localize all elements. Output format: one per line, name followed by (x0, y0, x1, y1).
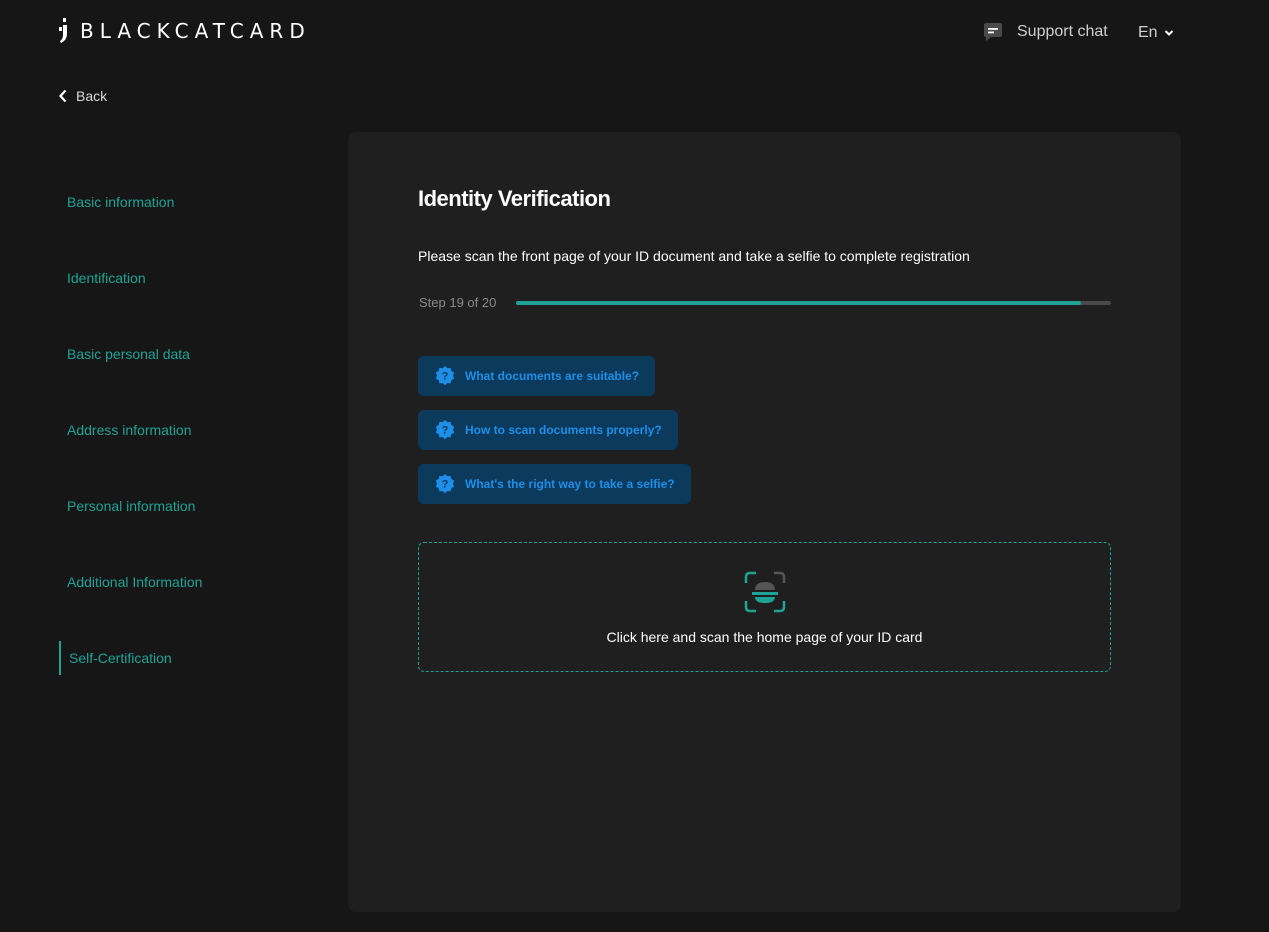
sidebar-item-basic-information[interactable]: Basic information (59, 164, 319, 240)
support-chat-label: Support chat (1017, 23, 1108, 40)
verification-panel: Identity Verification Please scan the fr… (348, 132, 1181, 912)
help-button-label: How to scan documents properly? (465, 423, 662, 437)
sidebar-item-label: Additional Information (67, 574, 203, 590)
support-chat-button[interactable]: Support chat (982, 21, 1108, 43)
help-button-label: What's the right way to take a selfie? (465, 477, 675, 491)
back-label: Back (76, 88, 108, 104)
logo[interactable]: BLACKCATCARD (58, 18, 311, 44)
progress-fill (516, 301, 1082, 305)
language-selector[interactable]: En (1138, 24, 1174, 42)
language-label: En (1138, 24, 1158, 41)
chevron-down-icon (1164, 30, 1173, 36)
steps-sidebar: Basic information Identification Basic p… (59, 164, 319, 696)
sidebar-item-personal-information[interactable]: Personal information (59, 468, 319, 544)
top-bar: BLACKCATCARD Support chat En (0, 0, 1269, 64)
id-scan-upload-area[interactable]: Click here and scan the home page of you… (418, 542, 1111, 672)
chevron-left-icon (59, 89, 67, 103)
question-badge-icon: ? (435, 420, 455, 440)
upload-area-label: Click here and scan the home page of you… (606, 629, 923, 645)
progress-bar (516, 301, 1111, 305)
svg-text:?: ? (442, 479, 449, 491)
page-subtitle: Please scan the front page of your ID do… (418, 248, 970, 264)
sidebar-item-label: Address information (67, 422, 192, 438)
sidebar-item-additional-information[interactable]: Additional Information (59, 544, 319, 620)
svg-text:?: ? (442, 425, 449, 437)
question-badge-icon: ? (435, 366, 455, 386)
question-badge-icon: ? (435, 474, 455, 494)
back-link[interactable]: Back (58, 88, 107, 104)
help-button-selfie[interactable]: ? What's the right way to take a selfie? (418, 464, 691, 504)
page-title: Identity Verification (418, 186, 611, 211)
sidebar-item-basic-personal-data[interactable]: Basic personal data (59, 316, 319, 392)
step-indicator: Step 19 of 20 (419, 295, 497, 310)
sidebar-item-label: Basic information (67, 194, 175, 210)
help-button-label: What documents are suitable? (465, 369, 640, 383)
scan-id-icon (744, 571, 786, 613)
help-button-suitable-documents[interactable]: ? What documents are suitable? (418, 356, 656, 396)
sidebar-item-label: Identification (67, 270, 146, 286)
svg-text:?: ? (442, 371, 449, 383)
help-button-scan-documents[interactable]: ? How to scan documents properly? (418, 410, 678, 450)
sidebar-item-label: Self-Certification (69, 650, 172, 666)
logo-mark-icon (59, 18, 67, 43)
logo-text: BLACKCATCARD (80, 19, 311, 43)
sidebar-item-address-information[interactable]: Address information (59, 392, 319, 468)
chat-bubble-icon (984, 23, 1002, 41)
sidebar-item-self-certification[interactable]: Self-Certification (59, 620, 319, 696)
sidebar-item-label: Basic personal data (67, 346, 190, 362)
sidebar-item-label: Personal information (67, 498, 196, 514)
sidebar-item-identification[interactable]: Identification (59, 240, 319, 316)
